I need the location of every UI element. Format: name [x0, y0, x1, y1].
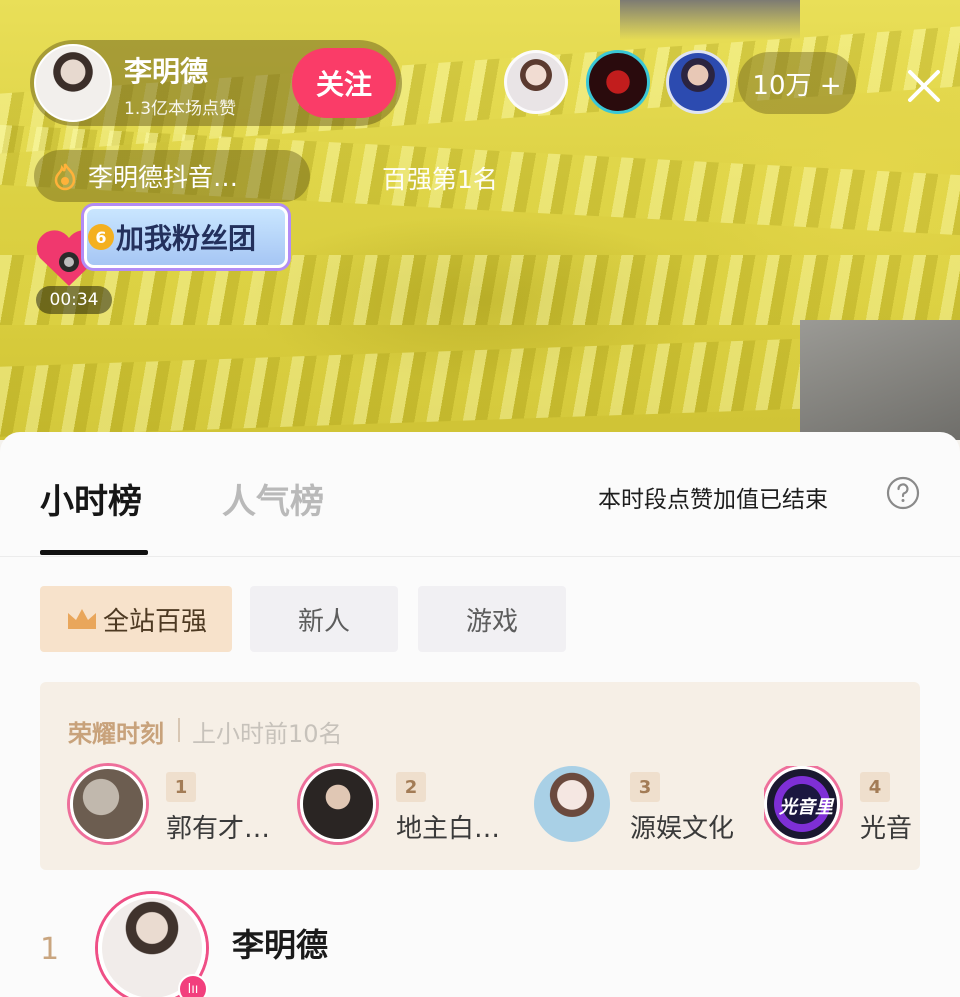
honor-title: 荣耀时刻: [68, 720, 164, 748]
help-icon[interactable]: [886, 476, 920, 510]
honor-rank: 4: [860, 772, 890, 802]
streamer-info-pill[interactable]: 李明德 1.3亿本场点赞 关注: [30, 40, 402, 126]
divider: [178, 718, 180, 742]
douyin-rank-pill[interactable]: 李明德抖音…: [34, 150, 310, 202]
join-fan-club-banner[interactable]: 加我粉丝团: [84, 206, 288, 268]
chip-game[interactable]: 游戏: [418, 586, 566, 652]
honor-name: 郭有才…: [166, 814, 271, 844]
viewer-avatar[interactable]: [586, 50, 650, 114]
chip-newcomer[interactable]: 新人: [250, 586, 398, 652]
divider: [0, 556, 960, 557]
hourly-rank-text: 百强第1名: [382, 165, 498, 194]
tab-hourly[interactable]: 小时榜: [40, 474, 142, 523]
honor-item[interactable]: 2 地主白…: [300, 766, 540, 846]
viewer-avatar[interactable]: [504, 50, 568, 114]
honor-rank: 2: [396, 772, 426, 802]
viewer-count[interactable]: 10万 +: [738, 52, 856, 114]
honor-rank: 1: [166, 772, 196, 802]
rank-name: 李明德: [232, 926, 329, 964]
active-tab-indicator: [40, 550, 148, 555]
chip-label: 全站百强: [102, 606, 207, 637]
honor-item[interactable]: 3 源娱文化: [534, 766, 774, 846]
rank-number: 1: [40, 932, 60, 967]
avatar[interactable]: [300, 766, 376, 842]
avatar[interactable]: 光音里: [764, 766, 840, 842]
live-icon: lıı: [178, 974, 208, 997]
honor-name: 地主白…: [396, 814, 501, 844]
avatar[interactable]: [534, 766, 610, 842]
avatar[interactable]: [70, 766, 146, 842]
countdown-timer: 00:34: [36, 286, 112, 314]
crown-icon: [67, 609, 96, 629]
video-background-shadow: [620, 0, 800, 40]
honor-moment-card: 荣耀时刻 上小时前10名 1 郭有才… 2 地主白… 3 源娱文化 光音里 4 …: [40, 682, 920, 870]
douyin-label: 李明德抖音…: [88, 163, 239, 192]
honor-item[interactable]: 1 郭有才…: [70, 766, 310, 846]
honor-name: 源娱文化: [630, 814, 735, 844]
honor-rank: 3: [630, 772, 660, 802]
flame-icon: [54, 163, 76, 191]
honor-name: 光音: [860, 814, 913, 844]
chip-site-top100[interactable]: 全站百强: [40, 586, 232, 652]
streamer-name: 李明德: [124, 55, 209, 88]
avatar-logo-text: 光音里: [779, 797, 833, 818]
close-icon[interactable]: [900, 62, 948, 110]
streamer-likes: 1.3亿本场点赞: [124, 99, 237, 119]
video-background-shadow: [800, 320, 960, 440]
ranking-sheet: 小时榜 人气榜 本时段点赞加值已结束 全站百强 新人 游戏 荣耀时刻 上小时前1…: [0, 432, 960, 997]
viewer-avatar[interactable]: [666, 50, 730, 114]
current-rank-row[interactable]: 1 lıı 李明德: [0, 890, 960, 997]
honor-item[interactable]: 光音里 4 光音: [764, 766, 920, 846]
honor-subtitle: 上小时前10名: [192, 720, 343, 748]
tab-popularity[interactable]: 人气榜: [222, 474, 324, 523]
status-text: 本时段点赞加值已结束: [598, 487, 828, 513]
follow-button[interactable]: 关注: [292, 48, 396, 118]
streamer-avatar[interactable]: [34, 44, 112, 122]
fan-level-badge: 6: [88, 224, 114, 250]
